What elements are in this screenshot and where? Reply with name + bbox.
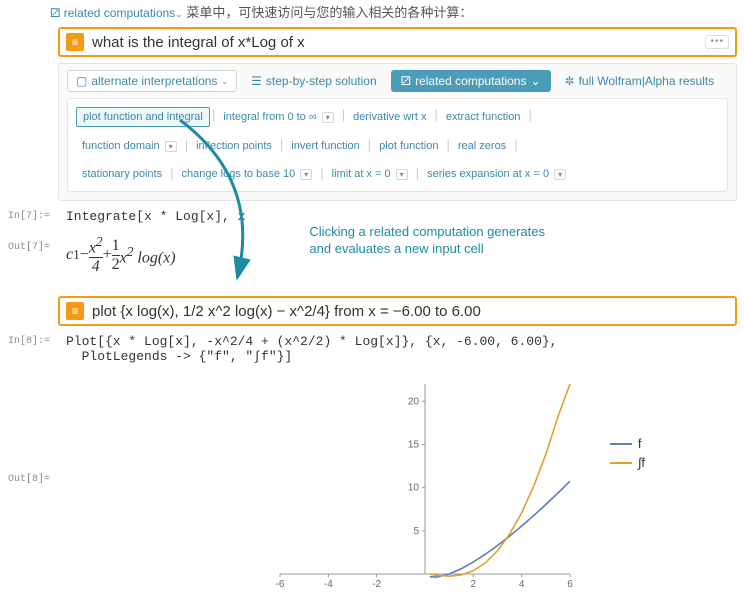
svg-text:10: 10	[408, 483, 420, 494]
chip-plot-function-integral[interactable]: plot function and integral	[76, 107, 210, 127]
svg-text:-2: -2	[372, 579, 381, 590]
chip-stationary-points[interactable]: stationary points	[76, 165, 168, 183]
chip-invert-function[interactable]: invert function	[285, 137, 365, 155]
in8-label: In[8]:=	[8, 336, 50, 347]
out7-label: Out[7]=	[8, 242, 50, 253]
step-by-step-button[interactable]: ☰ step-by-step solution	[247, 72, 381, 90]
annotation-text: Clicking a related computation generates…	[309, 224, 545, 258]
chip-inflection-points[interactable]: inflection points	[190, 137, 278, 155]
svg-text:4: 4	[519, 579, 525, 590]
out8-label: Out[8]=	[8, 474, 50, 485]
legend-line-f	[610, 443, 632, 445]
svg-text:-6: -6	[276, 579, 285, 590]
related-chips: plot function and integral| integral fro…	[67, 98, 728, 192]
query-cell-1[interactable]: ≡ what is the integral of x*Log of x •••	[58, 27, 737, 57]
intro-text: ⚂ related computations⌄ 菜单中，可快速访问与您的输入相关…	[0, 0, 745, 27]
chip-base10[interactable]: change logs to base 10▾	[176, 165, 319, 183]
legend-item-intf: ∫f	[610, 455, 645, 470]
plot-output: -6 -4 -2 2 4 6 5 10 15 20 f ∫f	[250, 374, 745, 597]
svg-text:2: 2	[471, 579, 477, 590]
legend-item-f: f	[610, 436, 645, 451]
legend-line-intf	[610, 462, 632, 464]
svg-text:20: 20	[408, 397, 420, 408]
svg-text:-4: -4	[324, 579, 333, 590]
chip-real-zeros[interactable]: real zeros	[452, 137, 512, 155]
chart-svg: -6 -4 -2 2 4 6 5 10 15 20	[250, 374, 580, 594]
full-results-button[interactable]: ✲ full Wolfram|Alpha results	[561, 72, 719, 90]
query-cell-2[interactable]: ≡ plot {x log(x), 1/2 x^2 log(x) − x^2/4…	[58, 296, 737, 326]
legend: f ∫f	[610, 436, 645, 474]
suggestion-toolbar: ▢ alternate interpretations⌄ ☰ step-by-s…	[58, 63, 737, 201]
in7-label: In[7]:=	[8, 211, 50, 222]
query-text-2: plot {x log(x), 1/2 x^2 log(x) − x^2/4} …	[92, 303, 729, 320]
query-text-1: what is the integral of x*Log of x	[92, 34, 705, 51]
svg-text:15: 15	[408, 440, 420, 451]
svg-text:5: 5	[413, 526, 419, 537]
related-computations-button[interactable]: ⚂ related computations⌄	[391, 70, 551, 92]
chip-series-0[interactable]: series expansion at x = 0▾	[421, 165, 572, 183]
chip-function-domain[interactable]: function domain▾	[76, 137, 183, 155]
wolfram-icon: ≡	[66, 33, 84, 51]
related-computations-inline: ⚂ related computations⌄	[50, 6, 183, 20]
svg-text:6: 6	[567, 579, 573, 590]
chip-derivative[interactable]: derivative wrt x	[347, 107, 432, 127]
chip-plot-function[interactable]: plot function	[373, 137, 444, 155]
wolfram-icon: ≡	[66, 302, 84, 320]
chip-extract-function[interactable]: extract function	[440, 107, 527, 127]
chip-limit-0[interactable]: limit at x = 0▾	[326, 165, 414, 183]
chip-integral-0-inf[interactable]: integral from 0 to ∞▾	[217, 107, 339, 127]
alternate-interpretations-button[interactable]: ▢ alternate interpretations⌄	[67, 70, 237, 92]
code-in8[interactable]: Plot[{x * Log[x], -x^2/4 + (x^2/2) * Log…	[58, 328, 737, 368]
ellipsis-icon[interactable]: •••	[705, 35, 729, 49]
